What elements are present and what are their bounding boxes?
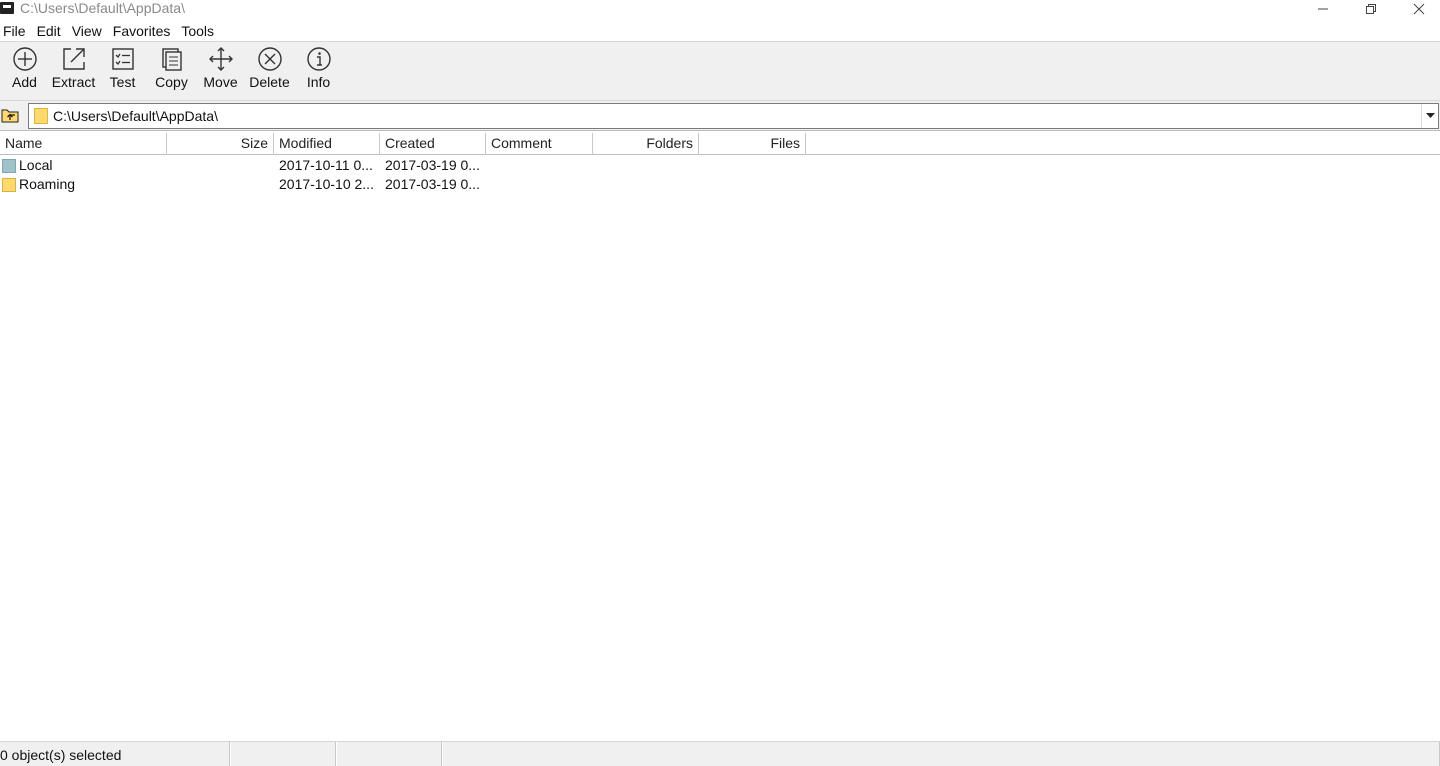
name-cell: Roaming	[0, 175, 167, 194]
folder-up-button[interactable]	[0, 106, 20, 124]
add-icon	[12, 47, 37, 71]
column-header-comment[interactable]: Comment	[486, 133, 593, 155]
item-modified: 2017-10-10 2...	[279, 176, 374, 192]
minimize-icon	[1318, 8, 1328, 10]
move-icon	[208, 47, 233, 71]
column-header-modified[interactable]: Modified	[274, 133, 380, 155]
path-dropdown-button[interactable]	[1421, 104, 1438, 128]
list-item[interactable]: Local 2017-10-11 0... 2017-03-19 0...	[0, 156, 1440, 175]
add-button[interactable]: Add	[0, 42, 49, 100]
chevron-down-icon	[1425, 113, 1435, 118]
item-size	[167, 175, 274, 194]
move-button[interactable]: Move	[196, 42, 245, 100]
folder-icon	[34, 108, 48, 124]
column-header-files[interactable]: Files	[699, 133, 806, 155]
test-icon	[111, 48, 134, 70]
status-bar: 0 object(s) selected	[0, 741, 1440, 766]
status-panel-2	[230, 742, 336, 766]
restore-icon	[1366, 4, 1376, 14]
name-cell: Local	[0, 156, 167, 175]
info-label: Info	[306, 74, 331, 90]
address-bar: C:\Users\Default\AppData\	[0, 101, 1440, 131]
item-name: Roaming	[19, 176, 76, 192]
status-selection: 0 object(s) selected	[0, 742, 230, 766]
item-size	[167, 156, 274, 175]
column-header-folders[interactable]: Folders	[593, 133, 699, 155]
delete-icon	[257, 47, 282, 71]
file-list[interactable]: Local 2017-10-11 0... 2017-03-19 0... Ro…	[0, 156, 1440, 740]
extract-icon	[62, 48, 85, 70]
folder-up-icon	[1, 109, 19, 123]
extract-button[interactable]: Extract	[49, 42, 98, 100]
list-header: Name Size Modified Created Comment Folde…	[0, 133, 1440, 155]
menu-favorites[interactable]: Favorites	[109, 21, 178, 41]
add-label: Add	[12, 74, 37, 90]
extract-label: Extract	[51, 74, 96, 90]
status-panel-4	[442, 742, 1440, 766]
menu-view[interactable]: View	[68, 21, 109, 41]
item-name: Local	[19, 157, 53, 173]
item-created: 2017-03-19 0...	[385, 157, 480, 173]
path-text: C:\Users\Default\AppData\	[53, 108, 218, 124]
menu-edit[interactable]: Edit	[33, 21, 68, 41]
column-header-created[interactable]: Created	[380, 133, 486, 155]
column-header-size[interactable]: Size	[167, 133, 274, 155]
copy-icon	[161, 48, 182, 71]
close-button[interactable]	[1396, 0, 1440, 18]
info-button[interactable]: Info	[294, 42, 343, 100]
menu-tools[interactable]: Tools	[177, 21, 221, 41]
folder-icon	[2, 177, 16, 192]
path-combobox[interactable]: C:\Users\Default\AppData\	[28, 103, 1439, 129]
info-icon	[306, 47, 331, 71]
copy-label: Copy	[155, 74, 188, 90]
window-title: C:\Users\Default\AppData\	[20, 0, 185, 16]
status-panel-3	[336, 742, 442, 766]
menu-bar: File Edit View Favorites Tools	[0, 20, 1440, 41]
close-icon	[1413, 3, 1425, 15]
copy-button[interactable]: Copy	[147, 42, 196, 100]
app-icon	[0, 2, 14, 14]
move-label: Move	[203, 74, 238, 90]
minimize-button[interactable]	[1300, 0, 1346, 18]
test-button[interactable]: Test	[98, 42, 147, 100]
list-item[interactable]: Roaming 2017-10-10 2... 2017-03-19 0...	[0, 175, 1440, 194]
test-label: Test	[109, 74, 136, 90]
menu-file[interactable]: File	[0, 21, 33, 41]
item-created: 2017-03-19 0...	[385, 176, 480, 192]
toolbar: Add Extract Test Copy Move Delete Info	[0, 41, 1440, 101]
column-header-name[interactable]: Name	[0, 133, 167, 155]
title-bar: C:\Users\Default\AppData\	[0, 0, 1440, 18]
item-modified: 2017-10-11 0...	[279, 157, 373, 173]
restore-button[interactable]	[1348, 0, 1394, 18]
delete-label: Delete	[249, 74, 290, 90]
folder-icon	[2, 158, 16, 173]
delete-button[interactable]: Delete	[245, 42, 294, 100]
